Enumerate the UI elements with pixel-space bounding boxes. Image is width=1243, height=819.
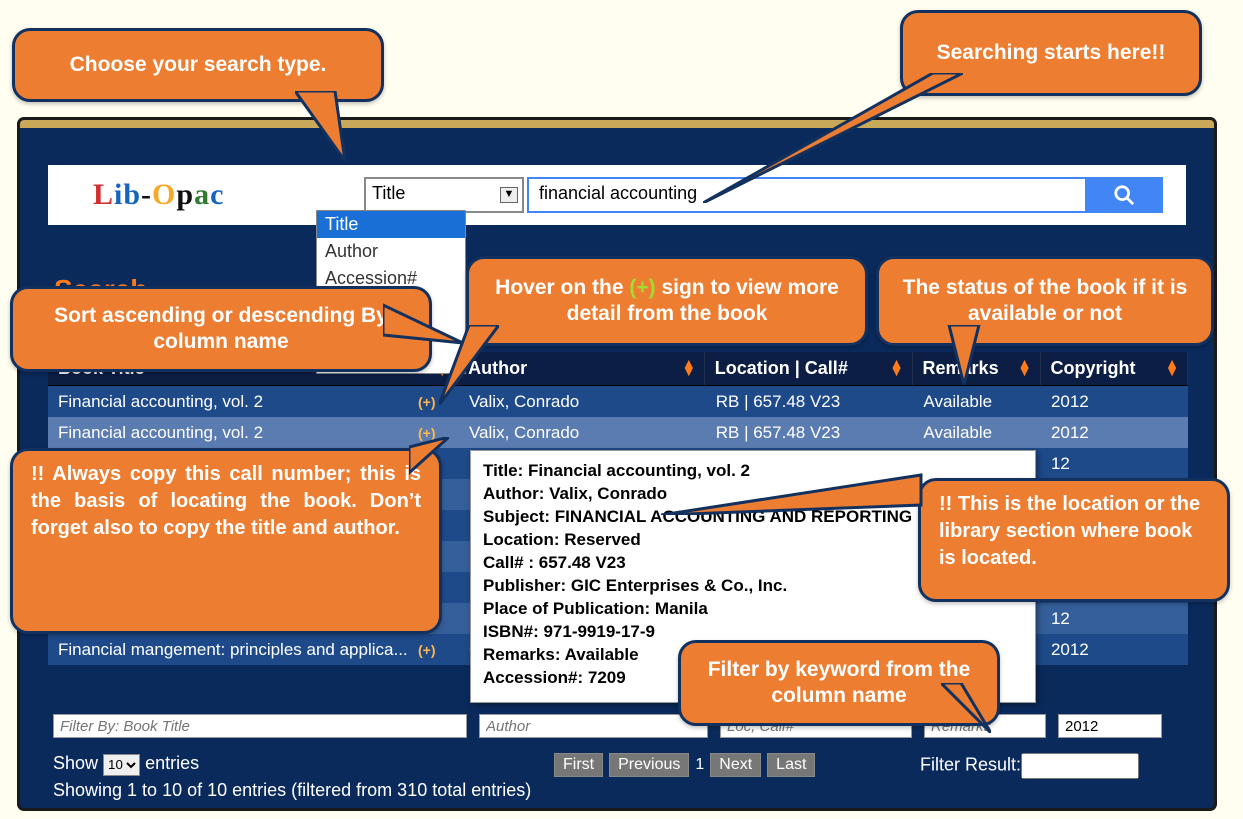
callout-tail bbox=[703, 73, 963, 203]
callout-status: The status of the book if it is availabl… bbox=[876, 256, 1214, 346]
cell-title: Financial mangement: principles and appl… bbox=[48, 640, 459, 660]
first-button[interactable]: First bbox=[554, 753, 603, 777]
filter-title-input[interactable] bbox=[53, 714, 467, 738]
cell-location: RB | 657.48 V23 bbox=[706, 392, 914, 412]
cell-author: Valix, Conrado bbox=[459, 423, 706, 443]
callout-tail bbox=[295, 91, 355, 161]
chevron-down-icon: ▼ bbox=[500, 187, 518, 203]
filter-result-input[interactable] bbox=[1021, 753, 1139, 779]
next-button[interactable]: Next bbox=[710, 753, 761, 777]
callout-call-number: !! Always copy this call number; this is… bbox=[10, 448, 442, 634]
search-icon bbox=[1113, 184, 1135, 206]
logo: Lib-Opac bbox=[93, 178, 224, 212]
cell-year: 2012 bbox=[1041, 423, 1188, 443]
callout-filter-column: Filter by keyword from the column name bbox=[678, 640, 1000, 726]
filter-author-input[interactable] bbox=[479, 714, 708, 738]
cell-year: 2012 bbox=[1041, 640, 1188, 660]
expand-icon[interactable]: (+) bbox=[418, 394, 436, 410]
callout-hover-plus: Hover on the (+) sign to view more detai… bbox=[466, 256, 868, 346]
sort-icon: ▲▼ bbox=[1018, 359, 1032, 375]
dropdown-option[interactable]: Author bbox=[317, 238, 465, 265]
callout-location: !! This is the location or the library s… bbox=[918, 478, 1230, 602]
callout-tail bbox=[939, 325, 989, 385]
filter-result: Filter Result: bbox=[920, 753, 1139, 779]
opac-help-screenshot: Lib-Opac Title ▼ financial accounting Ti… bbox=[0, 0, 1243, 819]
table-row[interactable]: Financial accounting, vol. 2(+)Valix, Co… bbox=[48, 417, 1188, 448]
cell-remarks: Available bbox=[913, 392, 1041, 412]
cell-year: 2012 bbox=[1041, 392, 1188, 412]
filter-year-input[interactable] bbox=[1058, 714, 1162, 738]
callout-tail bbox=[439, 325, 499, 405]
column-header-location[interactable]: Location | Call#▲▼ bbox=[705, 352, 913, 385]
search-button[interactable] bbox=[1085, 177, 1163, 213]
column-header-copyright[interactable]: Copyright▲▼ bbox=[1041, 352, 1188, 385]
results-summary: Showing 1 to 10 of 10 entries (filtered … bbox=[53, 780, 531, 801]
expand-icon[interactable]: (+) bbox=[418, 642, 436, 658]
table-row[interactable]: Financial accounting, vol. 2(+)Valix, Co… bbox=[48, 386, 1188, 417]
sort-icon: ▲▼ bbox=[1165, 359, 1179, 375]
cell-year: 12 bbox=[1041, 609, 1188, 629]
callout-search-type: Choose your search type. bbox=[12, 28, 384, 102]
callout-search-start: Searching starts here!! bbox=[900, 10, 1202, 96]
search-type-value: Title bbox=[372, 183, 405, 203]
cell-location: RB | 657.48 V23 bbox=[706, 423, 914, 443]
callout-sort: Sort ascending or descending By column n… bbox=[10, 286, 432, 372]
sort-icon: ▲▼ bbox=[890, 359, 904, 375]
cell-year: 12 bbox=[1041, 454, 1188, 474]
callout-tail bbox=[409, 437, 449, 477]
callout-tail bbox=[941, 683, 991, 733]
header-bar: Lib-Opac Title ▼ financial accounting bbox=[48, 165, 1186, 225]
last-button[interactable]: Last bbox=[767, 753, 815, 777]
callout-tail bbox=[661, 455, 931, 515]
cell-title: Financial accounting, vol. 2 bbox=[48, 423, 459, 443]
cell-title: Financial accounting, vol. 2 bbox=[48, 392, 459, 412]
pagination: First Previous 1 Next Last bbox=[554, 753, 815, 777]
entries-per-page: Show 10 entries bbox=[53, 753, 199, 776]
page-number: 1 bbox=[695, 756, 704, 774]
search-type-select[interactable]: Title ▼ bbox=[364, 177, 524, 213]
cell-remarks: Available bbox=[913, 423, 1041, 443]
dropdown-option[interactable]: Title bbox=[317, 211, 465, 238]
prev-button[interactable]: Previous bbox=[609, 753, 689, 777]
sort-icon: ▲▼ bbox=[682, 359, 696, 375]
entries-select[interactable]: 10 bbox=[103, 754, 140, 776]
